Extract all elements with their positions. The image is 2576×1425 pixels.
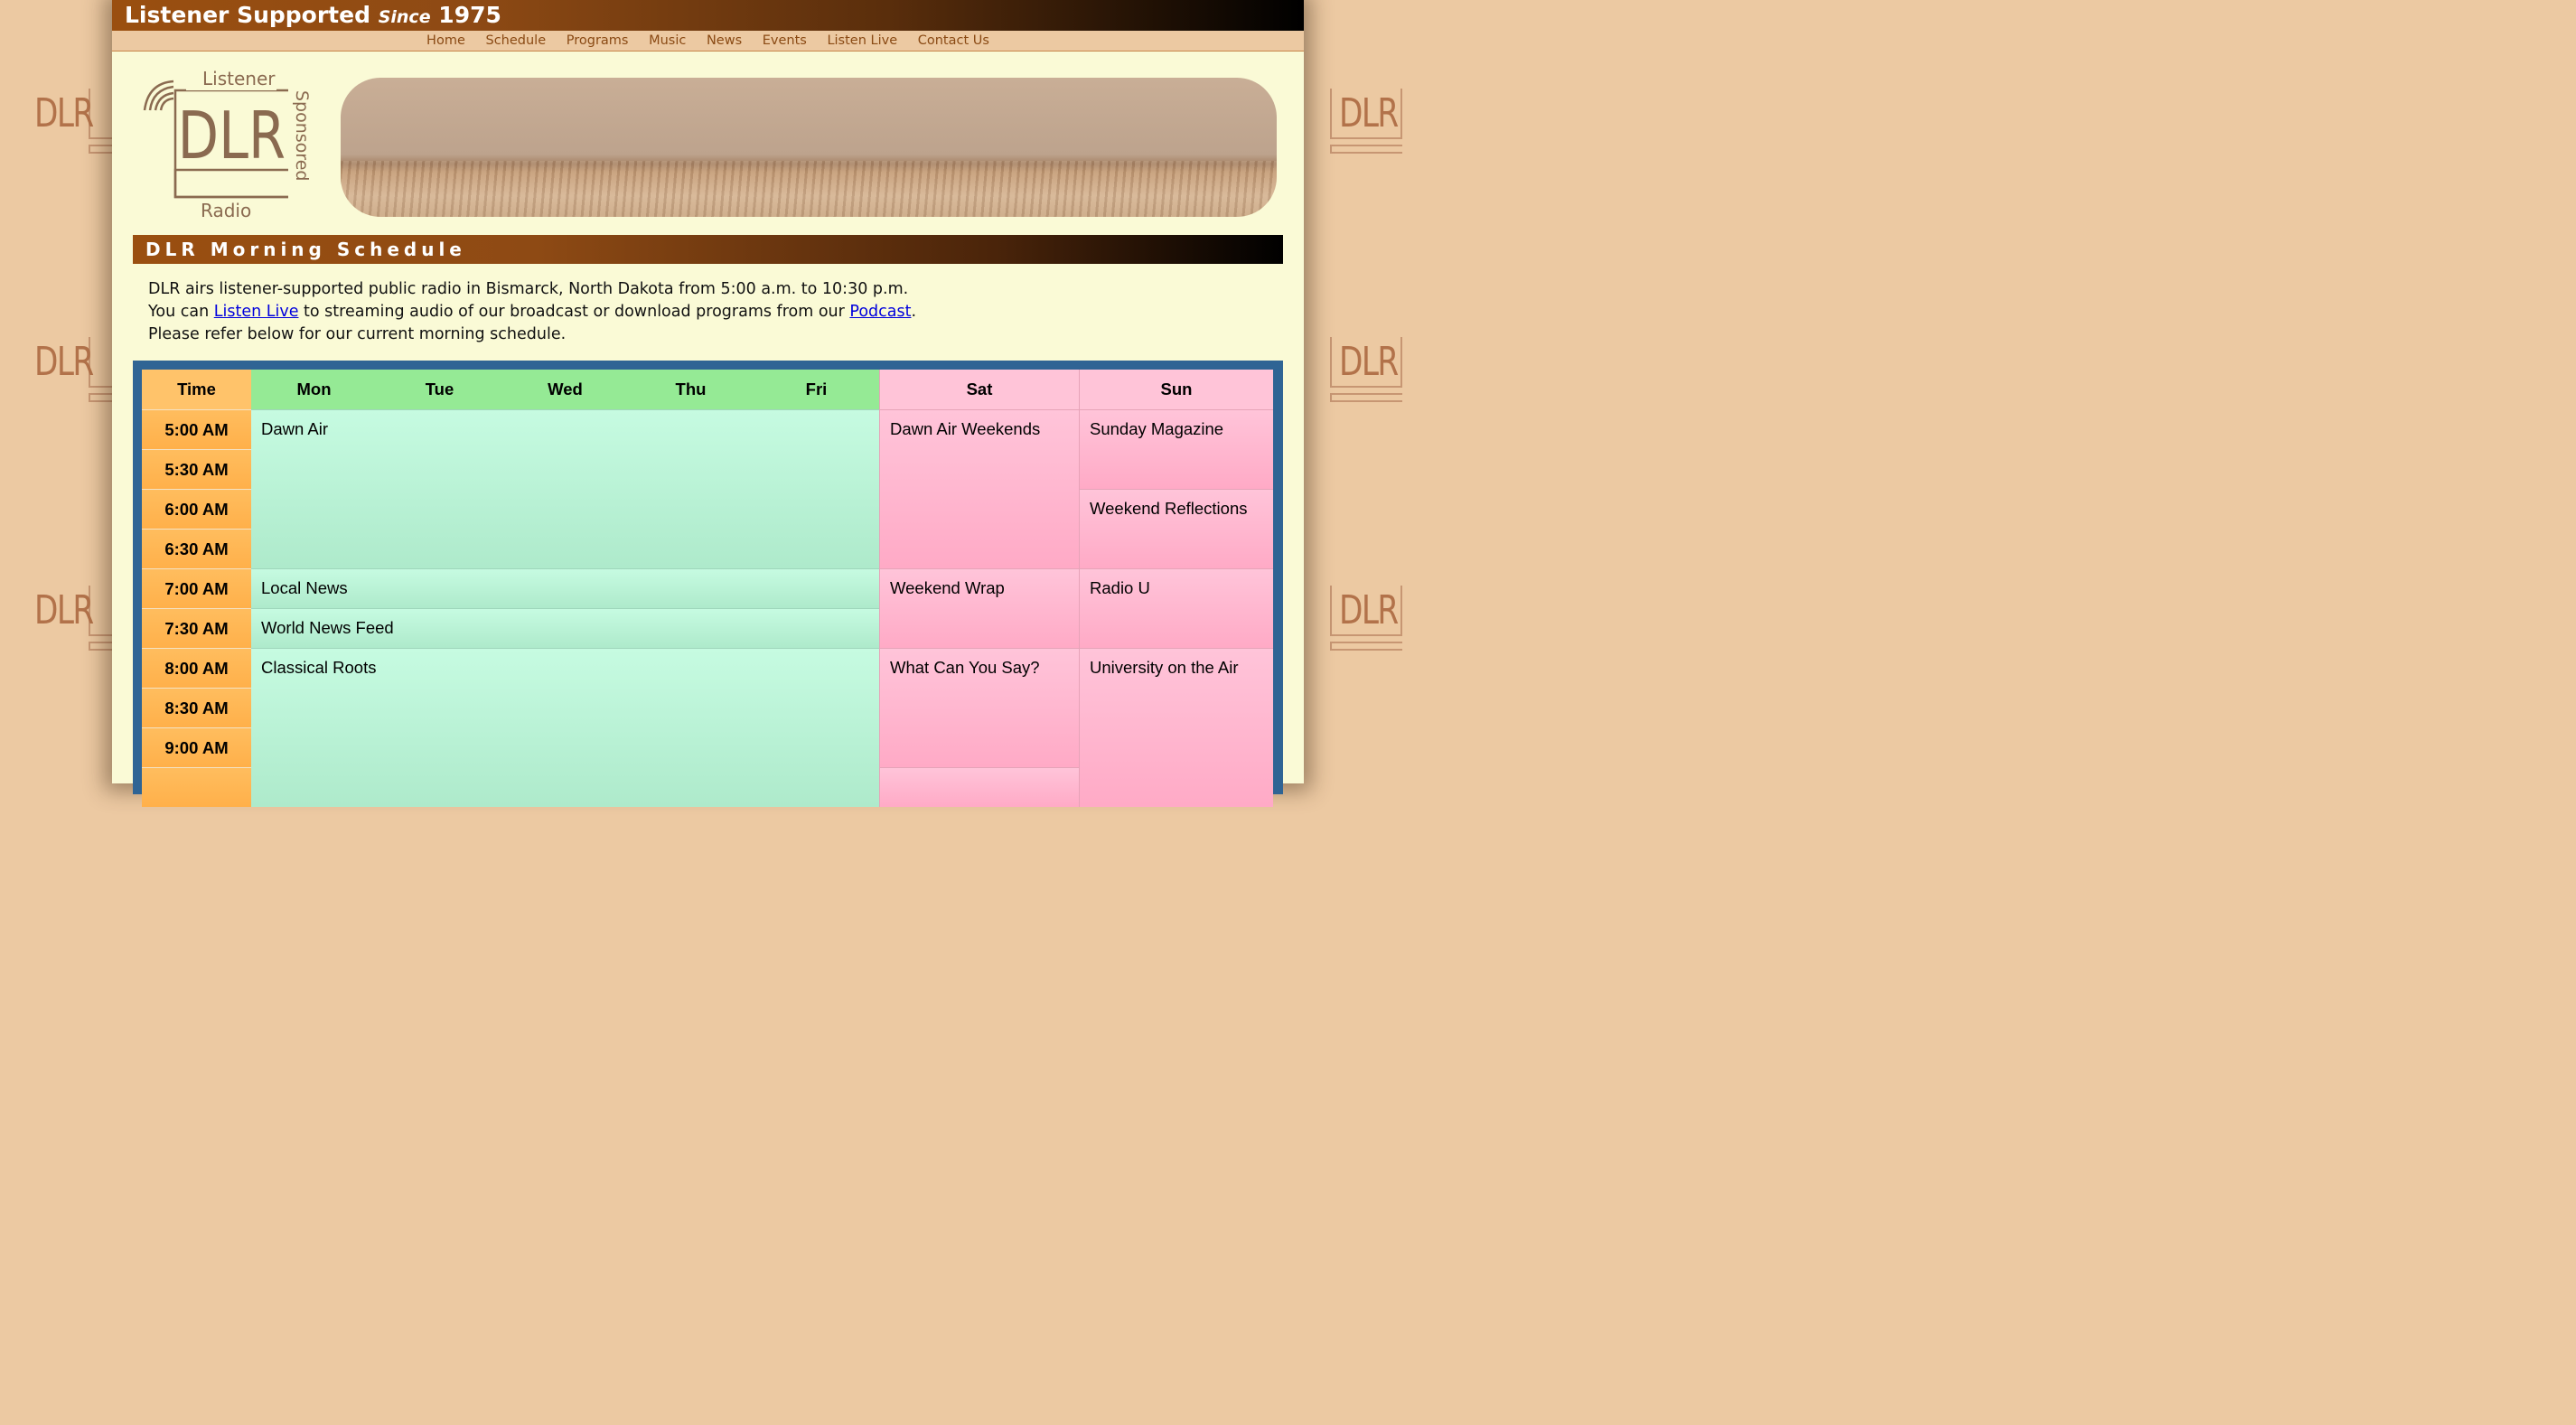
logo-side-text: Sponsored <box>292 90 312 181</box>
intro-text: DLR airs listener-supported public radio… <box>148 278 1232 346</box>
watermark-logo: DLR <box>1330 586 1404 652</box>
header-sun: Sun <box>1079 370 1273 409</box>
program-classical-roots[interactable]: Classical Roots <box>251 648 879 807</box>
station-logo[interactable]: Listener DLR Sponsored Radio <box>139 65 324 224</box>
nav-news[interactable]: News <box>707 33 742 48</box>
nav-music[interactable]: Music <box>649 33 686 48</box>
podcast-link[interactable]: Podcast <box>849 303 911 321</box>
time-slot <box>142 767 251 807</box>
nav-contact-us[interactable]: Contact Us <box>918 33 989 48</box>
nav-events[interactable]: Events <box>763 33 807 48</box>
main-nav: Home Schedule Programs Music News Events… <box>112 31 1304 52</box>
header-tue: Tue <box>377 370 502 409</box>
intro-line-3: Please refer below for our current morni… <box>148 325 567 343</box>
listen-live-link[interactable]: Listen Live <box>214 303 299 321</box>
header-sat: Sat <box>879 370 1079 409</box>
page-title: DLR Morning Schedule <box>133 235 1283 264</box>
logo-top-text: Listener <box>202 68 276 89</box>
watermark-logo: DLR <box>1330 89 1404 155</box>
nav-schedule[interactable]: Schedule <box>485 33 546 48</box>
nav-home[interactable]: Home <box>426 33 465 48</box>
page-container: Listener Supported Since 1975 Home Sched… <box>112 0 1304 807</box>
program-cell[interactable] <box>879 767 1079 807</box>
program-radio-u[interactable]: Radio U <box>1079 568 1273 648</box>
prairie-banner-image <box>341 78 1277 217</box>
nav-programs[interactable]: Programs <box>567 33 629 48</box>
program-dawn-air-weekends[interactable]: Dawn Air Weekends <box>879 409 1079 568</box>
site-tagline-bar: Listener Supported Since 1975 <box>112 0 1304 31</box>
header-fri: Fri <box>754 370 879 409</box>
tagline-text: Listener Supported <box>125 2 370 28</box>
intro-line-2: You can Listen Live to streaming audio o… <box>148 303 917 321</box>
intro-line-1: DLR airs listener-supported public radio… <box>148 280 909 298</box>
program-university-on-the-air[interactable]: University on the Air <box>1079 648 1273 807</box>
time-slot: 8:30 AM <box>142 688 251 727</box>
time-slot: 5:30 AM <box>142 449 251 489</box>
schedule-table: Time Mon Tue Wed Thu Fri Sat Sun 5:00 AM… <box>133 361 1283 807</box>
time-slot: 6:00 AM <box>142 489 251 529</box>
tagline-year: 1975 <box>438 2 501 28</box>
program-sunday-magazine[interactable]: Sunday Magazine <box>1079 409 1273 489</box>
time-slot: 9:00 AM <box>142 727 251 767</box>
tagline-since: Since <box>378 7 431 27</box>
header-mon: Mon <box>251 370 377 409</box>
logo-main-text: DLR <box>178 98 286 173</box>
logo-bottom-text: Radio <box>201 200 251 221</box>
program-world-news-feed[interactable]: World News Feed <box>251 608 879 648</box>
nav-listen-live[interactable]: Listen Live <box>827 33 897 48</box>
time-slot: 7:30 AM <box>142 608 251 648</box>
header-wed: Wed <box>502 370 628 409</box>
time-slot: 5:00 AM <box>142 409 251 449</box>
time-slot: 8:00 AM <box>142 648 251 688</box>
program-local-news[interactable]: Local News <box>251 568 879 608</box>
program-weekend-reflections[interactable]: Weekend Reflections <box>1079 489 1273 568</box>
program-dawn-air[interactable]: Dawn Air <box>251 409 879 568</box>
program-what-can-you-say[interactable]: What Can You Say? <box>879 648 1079 767</box>
header-time: Time <box>142 370 251 409</box>
watermark-logo: DLR <box>1330 337 1404 404</box>
program-weekend-wrap[interactable]: Weekend Wrap <box>879 568 1079 648</box>
time-slot: 7:00 AM <box>142 568 251 608</box>
time-slot: 6:30 AM <box>142 529 251 568</box>
header-thu: Thu <box>628 370 754 409</box>
